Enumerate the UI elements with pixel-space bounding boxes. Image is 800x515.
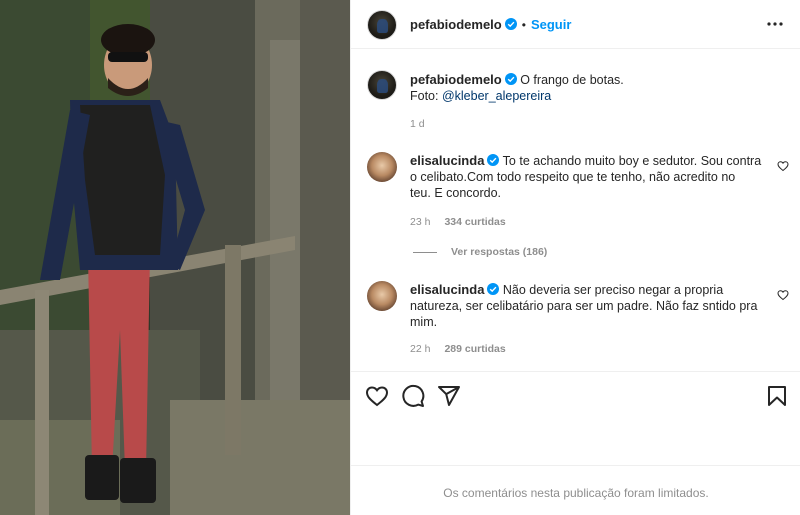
- comment-meta: 22 h 289 curtidas: [410, 343, 506, 355]
- comment-likes[interactable]: 334 curtidas: [444, 216, 505, 228]
- comment-body-line1: To te achando muito boy e sedutor. Sou c…: [502, 154, 762, 168]
- bookmark-icon[interactable]: [765, 384, 789, 408]
- caption-username[interactable]: pefabiodemelo: [410, 72, 502, 87]
- heart-icon[interactable]: [365, 384, 389, 408]
- owner-line: pefabiodemelo • Seguir: [410, 16, 571, 32]
- replies-divider-line: [413, 251, 437, 253]
- post-photo[interactable]: [0, 0, 350, 515]
- separator-dot: •: [521, 18, 526, 32]
- comment-username[interactable]: elisalucinda: [410, 282, 484, 297]
- comment-body-line2: o celibato.Com todo respeito que te tenh…: [410, 170, 736, 184]
- post-photo-illustration: [0, 0, 350, 515]
- comment-body-line2: natureza, ser celibatário para ser um pa…: [410, 299, 758, 313]
- comment-age[interactable]: 22 h: [410, 343, 430, 355]
- comment-like-icon[interactable]: [777, 160, 789, 172]
- view-replies-button[interactable]: Ver respostas (186): [413, 246, 547, 258]
- comment-icon[interactable]: [401, 384, 425, 408]
- photo-credit-mention[interactable]: @kleber_alepereira: [442, 89, 551, 103]
- follow-button[interactable]: Seguir: [531, 17, 571, 32]
- comment-body-line1: Não deveria ser preciso negar a propria: [502, 283, 724, 297]
- owner-username[interactable]: pefabiodemelo: [410, 17, 502, 32]
- commenter-avatar[interactable]: [367, 152, 397, 182]
- caption-avatar[interactable]: [367, 70, 397, 100]
- verified-badge-icon: [487, 283, 500, 295]
- comment-meta: 23 h 334 curtidas: [410, 216, 506, 228]
- commenter-avatar[interactable]: [367, 281, 397, 311]
- comment-body-line3: mim.: [410, 315, 438, 329]
- post-details-panel: pefabiodemelo • Seguir pefabiodemelo O fra…: [350, 0, 800, 515]
- owner-avatar[interactable]: [367, 10, 397, 40]
- comment-body-line3: teu. E concordo.: [410, 186, 502, 200]
- post-header: pefabiodemelo • Seguir: [351, 0, 800, 49]
- verified-badge-icon: [504, 18, 517, 30]
- comment-age[interactable]: 23 h: [410, 216, 430, 228]
- comment-like-icon[interactable]: [777, 289, 789, 301]
- caption-text: pefabiodemelo O frango de botas. Foto: @…: [410, 72, 765, 104]
- comment-text: elisalucinda Não deveria ser preciso neg…: [410, 282, 765, 330]
- comment-username[interactable]: elisalucinda: [410, 153, 484, 168]
- caption-body: O frango de botas.: [520, 73, 624, 87]
- verified-badge-icon: [487, 154, 500, 166]
- comment-likes[interactable]: 289 curtidas: [444, 343, 505, 355]
- photo-credit-prefix: Foto:: [410, 89, 442, 103]
- more-options-icon[interactable]: [765, 14, 785, 34]
- comments-limited-notice: Os comentários nesta publicação foram li…: [351, 465, 800, 515]
- caption-age[interactable]: 1 d: [410, 118, 425, 130]
- comment-text: elisalucinda To te achando muito boy e s…: [410, 153, 765, 201]
- verified-badge-icon: [504, 73, 517, 85]
- post-actions-bar: [351, 371, 800, 419]
- view-replies-label: Ver respostas (186): [451, 246, 548, 258]
- paper-plane-icon[interactable]: [437, 384, 461, 408]
